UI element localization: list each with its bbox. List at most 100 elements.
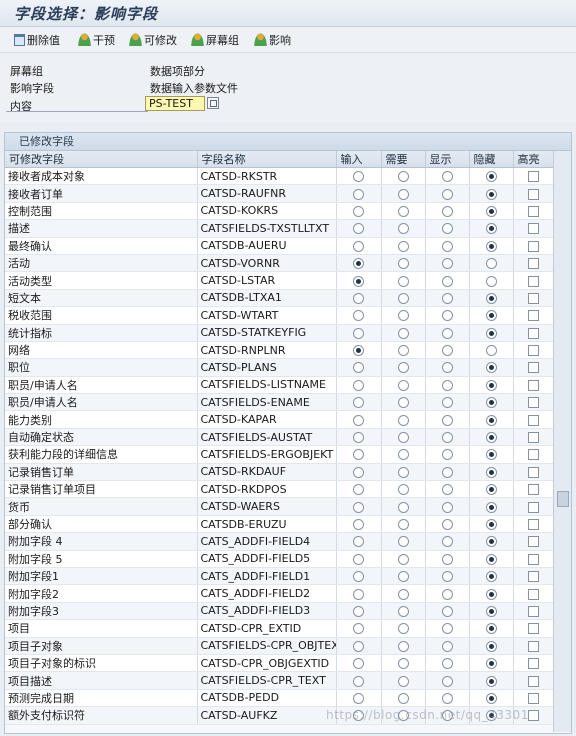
required-radio[interactable] [397,675,409,687]
display-radio[interactable] [441,675,453,687]
required-radio[interactable] [397,588,409,600]
highlight-checkbox[interactable] [527,240,539,252]
required-radio[interactable] [397,571,409,583]
hide-radio[interactable] [485,362,497,374]
col-header-hide[interactable]: 隐藏 [469,151,514,168]
highlight-checkbox[interactable] [527,623,539,635]
display-radio[interactable] [441,205,453,217]
highlight-checkbox[interactable] [527,414,539,426]
display-radio[interactable] [441,414,453,426]
highlight-checkbox[interactable] [527,692,539,704]
input-radio[interactable] [353,536,364,548]
highlight-checkbox[interactable] [527,432,539,444]
highlight-checkbox[interactable] [527,658,539,670]
required-radio[interactable] [397,223,409,235]
input-radio[interactable] [353,345,364,357]
display-radio[interactable] [441,484,453,496]
display-radio[interactable] [441,223,453,235]
screen-group-button[interactable]: 屏幕组 [191,31,239,48]
required-radio[interactable] [397,605,409,617]
input-radio[interactable] [353,588,364,600]
hide-radio[interactable] [485,188,497,200]
input-radio[interactable] [353,640,364,652]
display-radio[interactable] [441,258,453,270]
hide-radio[interactable] [485,414,497,426]
input-radio[interactable] [353,519,364,530]
input-radio[interactable] [353,223,364,235]
col-header-required[interactable]: 需要 [381,151,426,168]
input-radio[interactable] [353,675,364,687]
value-help-icon[interactable] [207,97,219,109]
required-radio[interactable] [397,310,409,322]
highlight-checkbox[interactable] [527,379,539,391]
hide-radio[interactable] [485,571,497,583]
hide-radio[interactable] [485,484,497,496]
highlight-checkbox[interactable] [527,345,539,357]
required-radio[interactable] [397,205,409,217]
hide-radio[interactable] [485,623,497,635]
display-radio[interactable] [441,519,453,530]
input-radio[interactable] [353,171,364,183]
input-radio[interactable] [353,692,364,704]
input-radio[interactable] [353,571,364,583]
display-radio[interactable] [441,240,453,252]
hide-radio[interactable] [485,345,497,357]
highlight-checkbox[interactable] [527,553,539,565]
display-radio[interactable] [441,640,453,652]
required-radio[interactable] [397,623,409,635]
highlight-checkbox[interactable] [527,449,539,461]
required-radio[interactable] [397,449,409,461]
input-radio[interactable] [353,605,364,617]
display-radio[interactable] [441,310,453,322]
display-radio[interactable] [441,397,453,409]
highlight-checkbox[interactable] [527,362,539,374]
col-header-input[interactable]: 输入 [336,151,382,168]
hide-radio[interactable] [485,275,497,287]
highlight-checkbox[interactable] [527,501,539,513]
vertical-scrollbar[interactable] [553,151,571,732]
hide-radio[interactable] [485,449,497,461]
required-radio[interactable] [397,240,409,252]
highlight-checkbox[interactable] [527,327,539,339]
required-radio[interactable] [397,275,409,287]
input-radio[interactable] [353,362,364,374]
required-radio[interactable] [397,640,409,652]
display-radio[interactable] [441,605,453,617]
display-radio[interactable] [441,379,453,391]
highlight-checkbox[interactable] [527,188,539,200]
hide-radio[interactable] [485,692,497,704]
input-radio[interactable] [353,275,364,287]
display-radio[interactable] [441,188,453,200]
hide-radio[interactable] [485,205,497,217]
input-radio[interactable] [353,432,364,444]
hide-radio[interactable] [485,519,497,530]
highlight-checkbox[interactable] [527,536,539,548]
hide-radio[interactable] [485,553,497,565]
required-radio[interactable] [397,501,409,513]
content-input[interactable]: PS-TEST [145,96,205,111]
display-radio[interactable] [441,571,453,583]
hide-radio[interactable] [485,292,497,304]
hide-radio[interactable] [485,432,497,444]
required-radio[interactable] [397,484,409,496]
highlight-checkbox[interactable] [527,310,539,322]
hide-radio[interactable] [485,466,497,478]
required-radio[interactable] [397,692,409,704]
display-radio[interactable] [441,466,453,478]
display-radio[interactable] [441,275,453,287]
required-radio[interactable] [397,171,409,183]
input-radio[interactable] [353,501,364,513]
required-radio[interactable] [397,432,409,444]
col-header-display[interactable]: 显示 [425,151,470,168]
highlight-checkbox[interactable] [527,605,539,617]
hide-radio[interactable] [485,675,497,687]
display-radio[interactable] [441,327,453,339]
display-radio[interactable] [441,345,453,357]
input-radio[interactable] [353,188,364,200]
highlight-checkbox[interactable] [527,205,539,217]
intervene-button[interactable]: 干预 [78,31,115,48]
required-radio[interactable] [397,658,409,670]
required-radio[interactable] [397,536,409,548]
hide-radio[interactable] [485,327,497,339]
required-radio[interactable] [397,188,409,200]
